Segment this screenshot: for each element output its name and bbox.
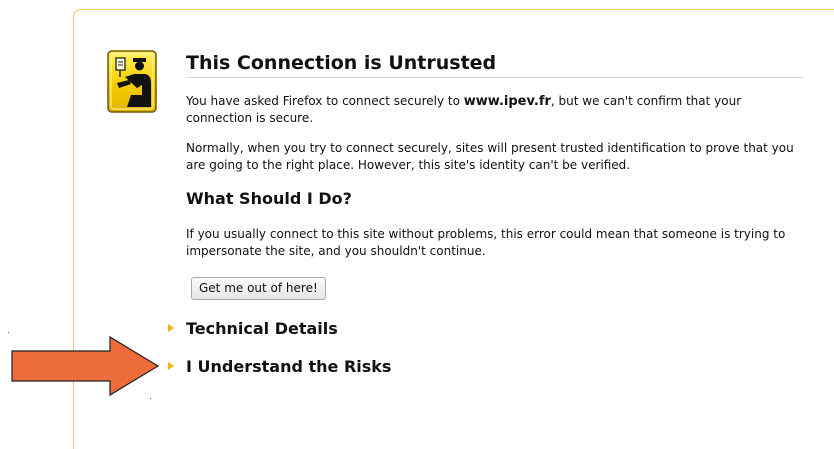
orange-arrow-icon: [11, 335, 160, 397]
understand-risks-label: I Understand the Risks: [186, 356, 392, 376]
intro-text: You have asked Firefox to connect secure…: [186, 93, 806, 127]
stray-dot: [8, 332, 9, 333]
what-should-i-do-heading: What Should I Do?: [186, 189, 352, 208]
explanation-text: Normally, when you try to connect secure…: [186, 141, 794, 172]
expand-triangle-icon: [168, 324, 174, 332]
technical-details-expander[interactable]: Technical Details: [168, 318, 338, 338]
intro-prefix: You have asked Firefox to connect secure…: [186, 94, 464, 108]
page-title: This Connection is Untrusted: [186, 52, 497, 74]
understand-risks-expander[interactable]: I Understand the Risks: [168, 356, 391, 376]
get-me-out-button[interactable]: Get me out of here!: [191, 277, 326, 300]
technical-details-label: Technical Details: [186, 318, 338, 338]
expand-triangle-icon: [168, 362, 174, 370]
title-divider: [186, 77, 804, 78]
advice-text: If you usually connect to this site with…: [186, 227, 786, 258]
stray-dot: [150, 398, 151, 399]
site-host: www.ipev.fr: [463, 94, 551, 109]
untrusted-connection-icon: [107, 50, 157, 113]
